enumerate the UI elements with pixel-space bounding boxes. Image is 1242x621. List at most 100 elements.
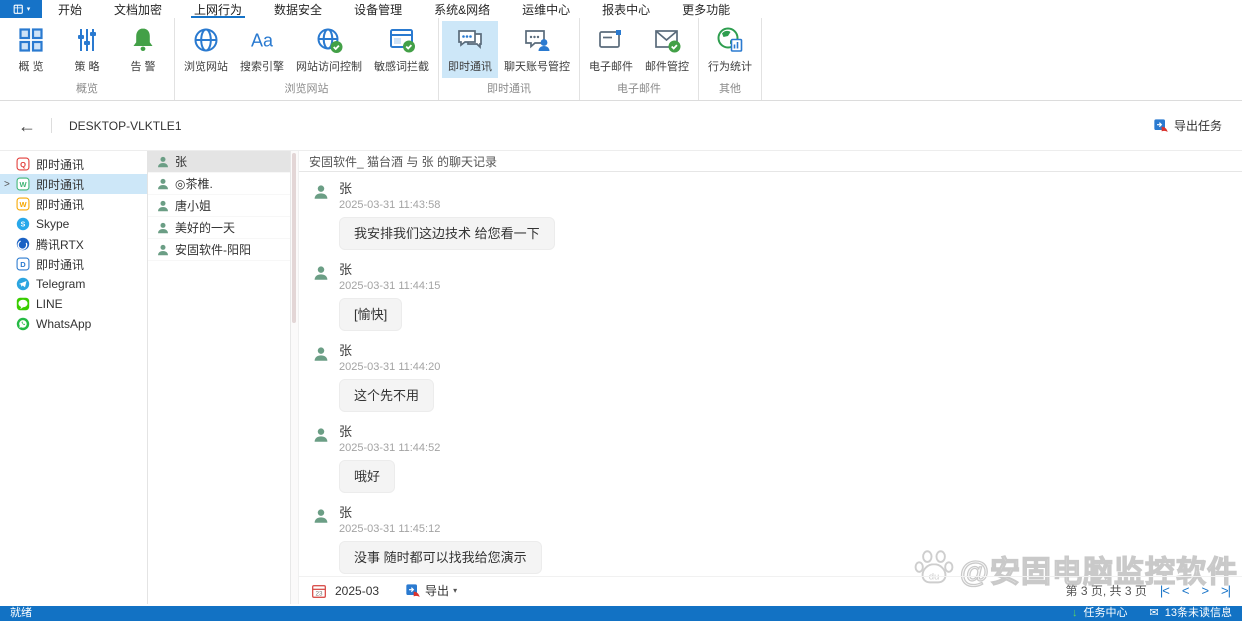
ribbon-button-mail-shield[interactable]: 邮件管控: [639, 21, 695, 78]
device-name: DESKTOP-VLKTLE1: [69, 119, 182, 133]
month-picker[interactable]: 2025-03: [335, 584, 379, 598]
sidebar-item[interactable]: SSkype: [0, 214, 147, 234]
message: 张2025-03-31 11:44:20这个先不用: [312, 343, 1242, 412]
sidebar-item[interactable]: Telegram: [0, 274, 147, 294]
message-bubble: 我安排我们这边技术 给您看一下: [339, 217, 555, 250]
sidebar-item[interactable]: WhatsApp: [0, 314, 147, 334]
message-list: 张2025-03-31 11:43:58我安排我们这边技术 给您看一下张2025…: [299, 172, 1242, 576]
ribbon-button-sliders[interactable]: 策 略: [59, 21, 115, 78]
sidebar-item[interactable]: LINE: [0, 294, 147, 314]
export-label: 导出: [425, 582, 449, 599]
scrollbar-thumb[interactable]: [292, 153, 296, 323]
ribbon-button-globe-chart[interactable]: 行为统计: [702, 21, 758, 78]
person-icon: [156, 155, 170, 169]
message-bubble: [愉快]: [339, 298, 402, 331]
ribbon-button-aa[interactable]: Aa搜索引擎: [234, 21, 290, 78]
bell-icon: [129, 26, 157, 54]
first-page-button[interactable]: |<: [1160, 583, 1169, 598]
contact-item[interactable]: ◎茶椎.: [148, 173, 290, 195]
ribbon-button-window-shield[interactable]: 敏感词拦截: [368, 21, 435, 78]
sidebar-item-label: 即时通讯: [36, 256, 84, 273]
sidebar-item[interactable]: >W即时通讯: [0, 174, 147, 194]
person-icon: [312, 507, 330, 525]
tab[interactable]: 设备管理: [338, 0, 418, 18]
telegram-icon: [16, 277, 30, 291]
message-sender: 张: [339, 424, 440, 440]
message-bubble: 哦好: [339, 460, 395, 493]
tab[interactable]: 文档加密: [98, 0, 178, 18]
ribbon-group: 概 览 策 略告 警概览: [0, 18, 175, 100]
tab[interactable]: 系统&网络: [418, 0, 506, 18]
download-arrow-icon: ↓: [1072, 606, 1078, 621]
task-center-button[interactable]: 任务中心: [1084, 606, 1128, 621]
tab[interactable]: 运维中心: [506, 0, 586, 18]
sidebar-item-label: 即时通讯: [36, 156, 84, 173]
scrollbar[interactable]: [291, 151, 299, 604]
message-timestamp: 2025-03-31 11:44:15: [339, 280, 440, 293]
back-button[interactable]: ←: [18, 117, 36, 135]
person-icon: [312, 426, 330, 444]
message-sender: 张: [339, 262, 440, 278]
whatsapp-icon: [16, 317, 30, 331]
sidebar-item[interactable]: Q即时通讯: [0, 154, 147, 174]
svg-text:W: W: [19, 200, 27, 209]
contact-list: 张◎茶椎. 唐小姐美好的一天安固软件-阳阳: [148, 151, 291, 604]
rtx-icon: [16, 237, 30, 251]
tab[interactable]: 更多功能: [666, 0, 746, 18]
skype-icon: S: [16, 217, 30, 231]
tab[interactable]: 开始: [42, 0, 98, 18]
ribbon-button-globe-check[interactable]: 网站访问控制: [290, 21, 368, 78]
contact-item[interactable]: 美好的一天: [148, 217, 290, 239]
globe-chart-icon: [716, 26, 744, 54]
contact-item[interactable]: 张: [148, 151, 290, 173]
next-page-button[interactable]: >: [1201, 583, 1208, 598]
mail-icon: ✉: [1150, 606, 1159, 621]
globe-icon: [192, 26, 220, 54]
calendar-icon[interactable]: 23: [311, 583, 327, 599]
message-bubble: 没事 随时都可以找我给您演示: [339, 541, 542, 574]
ribbon-button-chat[interactable]: 即时通讯: [442, 21, 498, 78]
last-page-button[interactable]: >|: [1221, 583, 1230, 598]
ribbon-button-grid[interactable]: 概 览: [3, 21, 59, 78]
tab[interactable]: 报表中心: [586, 0, 666, 18]
ribbon-group-label: 概览: [0, 78, 174, 100]
sidebar-item-label: 即时通讯: [36, 176, 84, 193]
contact-name: 唐小姐: [175, 197, 211, 214]
message: 张2025-03-31 11:43:58我安排我们这边技术 给您看一下: [312, 181, 1242, 250]
ribbon-button-globe[interactable]: 浏览网站: [178, 21, 234, 78]
contact-item[interactable]: 唐小姐: [148, 195, 290, 217]
sidebar-item[interactable]: D即时通讯: [0, 254, 147, 274]
status-bar: 就绪 ↓ 任务中心 ✉ 13条未读信息: [0, 606, 1242, 621]
ribbon-button-mail[interactable]: 电子邮件: [583, 21, 639, 78]
export-button[interactable]: 导出 ▾: [405, 582, 457, 599]
ribbon-button-chat-person[interactable]: 聊天账号管控: [498, 21, 576, 78]
prev-page-button[interactable]: <: [1182, 583, 1189, 598]
chat-icon: [456, 26, 484, 54]
sidebar-item[interactable]: 腾讯RTX: [0, 234, 147, 254]
contact-name: 安固软件-阳阳: [175, 241, 251, 258]
nav-bar: ← DESKTOP-VLKTLE1 导出任务: [0, 101, 1242, 150]
mail-shield-icon: [653, 26, 681, 54]
sidebar-item-label: Telegram: [36, 277, 85, 291]
line-icon: [16, 297, 30, 311]
aa-icon: Aa: [248, 26, 276, 54]
globe-check-icon: [315, 26, 343, 54]
unread-messages-button[interactable]: 13条未读信息: [1165, 606, 1232, 621]
tab[interactable]: 上网行为: [178, 0, 258, 18]
ribbon-button-label: 敏感词拦截: [374, 58, 429, 74]
ribbon-group: 浏览网站Aa搜索引擎网站访问控制敏感词拦截浏览网站: [175, 18, 439, 100]
ribbon-button-label: 概 览: [18, 58, 43, 74]
sidebar-item[interactable]: W即时通讯: [0, 194, 147, 214]
person-icon: [156, 243, 170, 257]
message-timestamp: 2025-03-31 11:43:58: [339, 199, 555, 212]
status-bar-right: ↓ 任务中心 ✉ 13条未读信息: [1072, 606, 1232, 621]
message-sender: 张: [339, 505, 542, 521]
export-tasks-button[interactable]: 导出任务: [1153, 117, 1222, 134]
ribbon-button-label: 策 略: [74, 58, 99, 74]
app-menu-button[interactable]: ▾: [0, 0, 42, 18]
message-timestamp: 2025-03-31 11:44:20: [339, 361, 440, 374]
contact-item[interactable]: 安固软件-阳阳: [148, 239, 290, 261]
ribbon-button-bell[interactable]: 告 警: [115, 21, 171, 78]
tab[interactable]: 数据安全: [258, 0, 338, 18]
expand-chevron-icon[interactable]: >: [4, 179, 10, 190]
